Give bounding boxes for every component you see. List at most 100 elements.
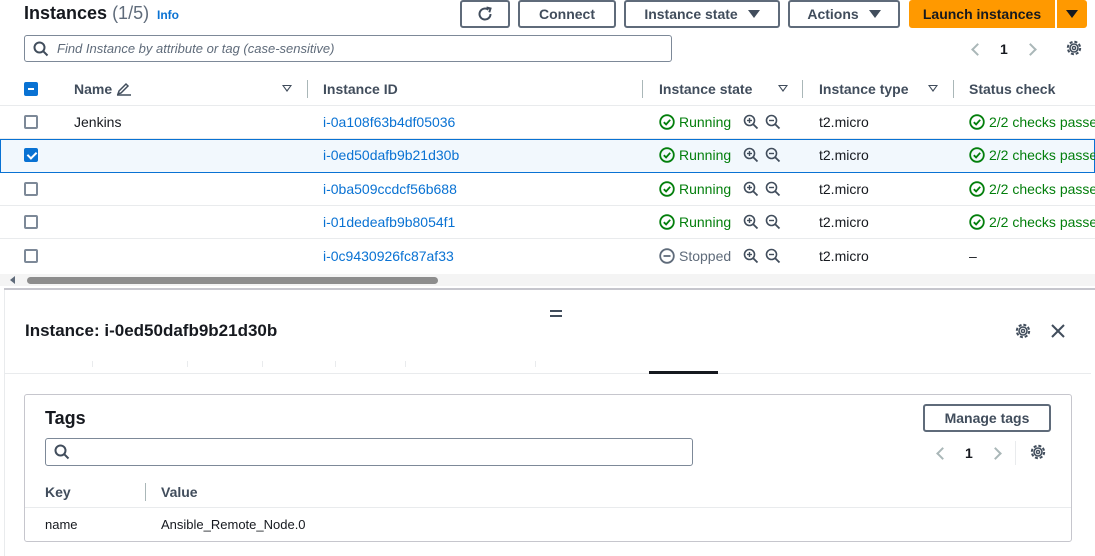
status-ok-icon xyxy=(969,181,985,197)
instance-search-input[interactable]: Find Instance by attribute or tag (case-… xyxy=(24,35,672,62)
selection-count: (1/5) xyxy=(112,3,150,23)
instance-id-link[interactable]: i-0c9430926fc87af33 xyxy=(323,248,454,264)
scroll-left-icon[interactable] xyxy=(10,276,15,284)
connect-button[interactable]: Connect xyxy=(518,0,616,28)
column-header-instance-state[interactable]: Instance state xyxy=(659,81,752,97)
launch-instances-dropdown[interactable] xyxy=(1057,0,1087,28)
sort-icon[interactable] xyxy=(282,85,292,92)
tab-separator xyxy=(262,361,263,367)
next-page-icon[interactable] xyxy=(1023,42,1037,56)
sort-icon[interactable] xyxy=(928,85,938,92)
gear-icon[interactable] xyxy=(1014,322,1032,340)
status-check-label: – xyxy=(969,248,977,264)
table-row[interactable]: i-0ed50dafb9b21d30b Running t2.micro 2/2… xyxy=(0,139,1095,173)
column-separator xyxy=(307,80,308,98)
edit-icon xyxy=(116,82,132,96)
instance-state-dropdown[interactable]: Instance state xyxy=(624,0,780,28)
tags-current-page[interactable]: 1 xyxy=(965,445,973,461)
previous-page-icon[interactable] xyxy=(971,42,984,56)
zoom-in-icon[interactable] xyxy=(743,181,759,197)
instance-name: Jenkins xyxy=(74,114,122,130)
page-title-text: Instances xyxy=(24,3,108,23)
horizontal-scrollbar[interactable] xyxy=(0,274,1095,286)
table-row[interactable]: i-0ba509ccdcf56b688 Running t2.micro 2/2… xyxy=(0,173,1095,206)
column-header-status-check[interactable]: Status check xyxy=(969,81,1055,97)
instance-id-link[interactable]: i-0ba509ccdcf56b688 xyxy=(323,181,457,197)
status-ok-icon xyxy=(659,181,675,197)
tags-search-input[interactable] xyxy=(45,438,693,466)
resize-handle-icon[interactable] xyxy=(550,310,562,317)
zoom-out-icon[interactable] xyxy=(765,248,781,264)
manage-tags-label: Manage tags xyxy=(944,410,1030,426)
sort-icon[interactable] xyxy=(778,85,788,92)
status-check-label: 2/2 checks passe xyxy=(989,181,1095,197)
zoom-out-icon[interactable] xyxy=(765,214,781,230)
zoom-in-icon[interactable] xyxy=(743,147,759,163)
tag-key: name xyxy=(45,517,78,532)
actions-dropdown[interactable]: Actions xyxy=(788,0,900,28)
table-row[interactable]: i-0c9430926fc87af33 Stopped t2.micro – xyxy=(0,240,1095,273)
status-ok-icon xyxy=(659,114,675,130)
zoom-controls xyxy=(743,114,781,130)
launch-instances-button[interactable]: Launch instances xyxy=(909,0,1055,28)
previous-page-icon[interactable] xyxy=(936,446,949,460)
refresh-button[interactable] xyxy=(460,0,510,28)
connect-label: Connect xyxy=(539,6,595,22)
column-header-instance-type[interactable]: Instance type xyxy=(819,81,908,97)
column-header-instance-id[interactable]: Instance ID xyxy=(323,81,398,97)
instances-header: Instances (1/5) Info Connect Instance st… xyxy=(0,0,1095,30)
row-checkbox[interactable] xyxy=(24,182,38,196)
scrollbar-thumb[interactable] xyxy=(27,277,438,284)
zoom-controls xyxy=(743,147,781,163)
column-separator xyxy=(145,483,146,501)
next-page-icon[interactable] xyxy=(988,446,1002,460)
instance-state: Running xyxy=(659,214,731,230)
zoom-in-icon[interactable] xyxy=(743,248,759,264)
tab-tags-active-indicator[interactable] xyxy=(649,371,718,374)
row-checkbox[interactable] xyxy=(24,148,38,162)
manage-tags-button[interactable]: Manage tags xyxy=(923,404,1051,432)
status-ok-icon xyxy=(969,114,985,130)
instance-id-link[interactable]: i-01dedeafb9b8054f1 xyxy=(323,214,455,230)
zoom-out-icon[interactable] xyxy=(765,114,781,130)
tab-separator xyxy=(187,361,188,367)
table-row[interactable]: i-01dedeafb9b8054f1 Running t2.micro 2/2… xyxy=(0,206,1095,239)
status-stopped-icon xyxy=(659,248,675,264)
status-ok-icon xyxy=(659,214,675,230)
instance-state-label: Running xyxy=(679,114,732,130)
column-header-key[interactable]: Key xyxy=(45,484,71,500)
gear-icon[interactable] xyxy=(1029,443,1047,461)
instance-id-link[interactable]: i-0a108f63b4df05036 xyxy=(323,114,455,130)
column-label: Name xyxy=(74,81,113,97)
status-ok-icon xyxy=(659,147,675,163)
instance-state: Running xyxy=(659,114,731,130)
column-header-name[interactable]: Name xyxy=(74,81,132,97)
zoom-in-icon[interactable] xyxy=(743,214,759,230)
close-icon[interactable] xyxy=(1050,323,1066,339)
select-all-checkbox[interactable] xyxy=(24,82,38,96)
caret-down-icon xyxy=(868,10,881,18)
table-row: name Ansible_Remote_Node.0 xyxy=(25,508,1071,541)
status-check-label: 2/2 checks passe xyxy=(989,214,1095,230)
tags-title: Tags xyxy=(45,408,86,428)
instance-id-link[interactable]: i-0ed50dafb9b21d30b xyxy=(323,147,459,163)
gear-icon[interactable] xyxy=(1065,39,1083,57)
info-link[interactable]: Info xyxy=(157,8,179,22)
row-checkbox[interactable] xyxy=(24,215,38,229)
zoom-out-icon[interactable] xyxy=(765,181,781,197)
search-placeholder: Find Instance by attribute or tag (case-… xyxy=(57,41,335,56)
launch-instances-label: Launch instances xyxy=(922,6,1042,22)
row-checkbox[interactable] xyxy=(24,115,38,129)
zoom-in-icon[interactable] xyxy=(743,114,759,130)
row-checkbox[interactable] xyxy=(24,249,38,263)
zoom-out-icon[interactable] xyxy=(765,147,781,163)
column-header-value[interactable]: Value xyxy=(161,484,198,500)
current-page[interactable]: 1 xyxy=(1000,41,1008,57)
zoom-controls xyxy=(743,181,781,197)
actions-label: Actions xyxy=(807,6,859,22)
panel-border xyxy=(4,290,5,556)
tag-value: Ansible_Remote_Node.0 xyxy=(161,517,306,532)
search-icon xyxy=(54,444,70,460)
caret-down-icon xyxy=(747,10,760,18)
table-row[interactable]: Jenkins i-0a108f63b4df05036 Running t2.m… xyxy=(0,106,1095,139)
